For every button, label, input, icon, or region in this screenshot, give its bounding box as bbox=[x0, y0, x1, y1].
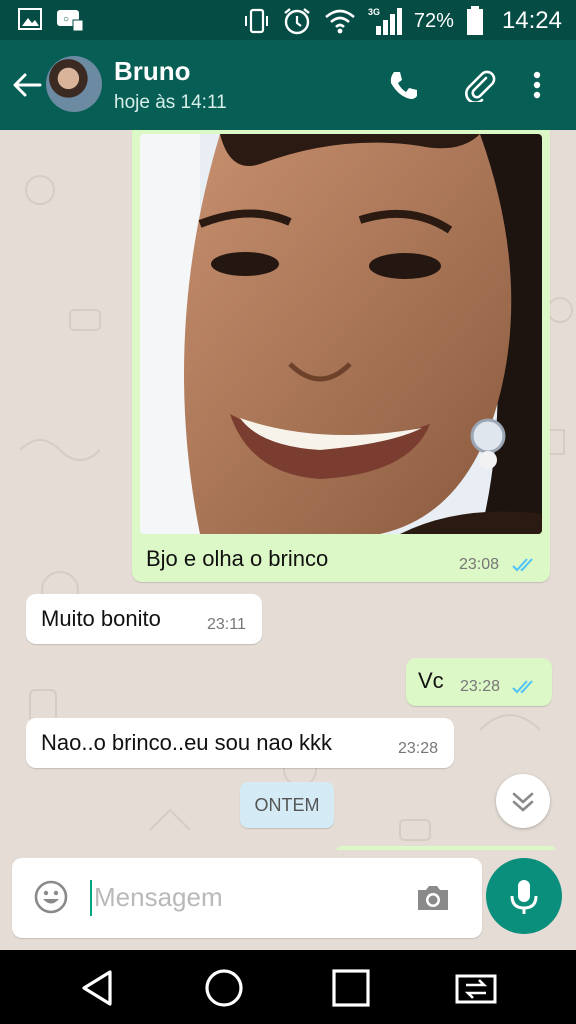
back-arrow-icon[interactable] bbox=[10, 68, 44, 102]
attach-icon[interactable] bbox=[462, 68, 496, 102]
scroll-to-bottom-button[interactable] bbox=[496, 774, 550, 828]
read-ticks-icon bbox=[512, 680, 533, 694]
status-time: 14:24 bbox=[501, 7, 562, 34]
message-time: 23:28 bbox=[398, 740, 439, 757]
image-icon bbox=[18, 8, 42, 30]
contact-name[interactable]: Bruno bbox=[114, 56, 191, 87]
chevron-double-down-icon bbox=[512, 792, 534, 812]
nav-recents-icon[interactable] bbox=[329, 966, 373, 1010]
alarm-icon bbox=[284, 8, 310, 35]
message-time: 23:08 bbox=[459, 556, 500, 573]
image-caption: Bjo e olha o brinco bbox=[146, 546, 329, 571]
vibrate-icon bbox=[244, 8, 268, 34]
voice-message-button[interactable] bbox=[486, 858, 562, 934]
message-composer[interactable]: Mensagem bbox=[12, 858, 482, 938]
date-separator: ONTEM bbox=[240, 782, 334, 828]
message-time: 23:11 bbox=[207, 616, 246, 633]
next-message-edge bbox=[336, 846, 556, 850]
svg-text:3G: 3G bbox=[368, 7, 380, 17]
photo-image bbox=[140, 134, 542, 534]
message-time: 23:28 bbox=[460, 678, 501, 695]
outgoing-message[interactable]: Vc 23:28 bbox=[406, 658, 552, 706]
phone-icon[interactable] bbox=[386, 68, 420, 102]
text-cursor bbox=[90, 880, 92, 916]
chat-area[interactable]: Bjo e olha o brinco 23:08 Muito bonito 2… bbox=[0, 130, 576, 850]
notification-icon: ○ bbox=[57, 10, 84, 32]
microphone-icon bbox=[510, 880, 538, 914]
battery-icon bbox=[466, 6, 483, 35]
svg-text:○: ○ bbox=[63, 14, 69, 25]
wifi-icon bbox=[325, 9, 355, 34]
signal-3g-icon: 3G bbox=[368, 7, 402, 35]
message-input[interactable]: Mensagem bbox=[94, 882, 223, 913]
more-vert-icon[interactable] bbox=[520, 68, 554, 102]
message-text: Nao..o brinco..eu sou nao kkk bbox=[41, 730, 333, 755]
app-bar: Bruno hoje às 14:11 bbox=[0, 40, 576, 130]
nav-dual-window-icon[interactable] bbox=[454, 966, 498, 1010]
system-nav-bar bbox=[0, 950, 576, 1024]
incoming-message[interactable]: Nao..o brinco..eu sou nao kkk 23:28 bbox=[26, 718, 454, 768]
nav-home-icon[interactable] bbox=[202, 966, 246, 1010]
last-seen: hoje às 14:11 bbox=[114, 92, 227, 113]
message-text: Vc bbox=[418, 668, 444, 693]
message-text: Muito bonito bbox=[41, 606, 161, 631]
nav-back-icon[interactable] bbox=[76, 966, 120, 1010]
image-message[interactable]: Bjo e olha o brinco 23:08 bbox=[132, 130, 550, 582]
status-bar: ○ 3G 72% 14:24 bbox=[0, 0, 576, 40]
camera-icon[interactable] bbox=[414, 882, 452, 914]
incoming-message[interactable]: Muito bonito 23:11 bbox=[26, 594, 262, 644]
avatar[interactable] bbox=[46, 56, 102, 112]
read-ticks-icon bbox=[512, 558, 533, 572]
photo-attachment[interactable] bbox=[140, 134, 542, 534]
emoji-icon[interactable] bbox=[34, 880, 68, 914]
battery-percent: 72% bbox=[413, 9, 454, 32]
